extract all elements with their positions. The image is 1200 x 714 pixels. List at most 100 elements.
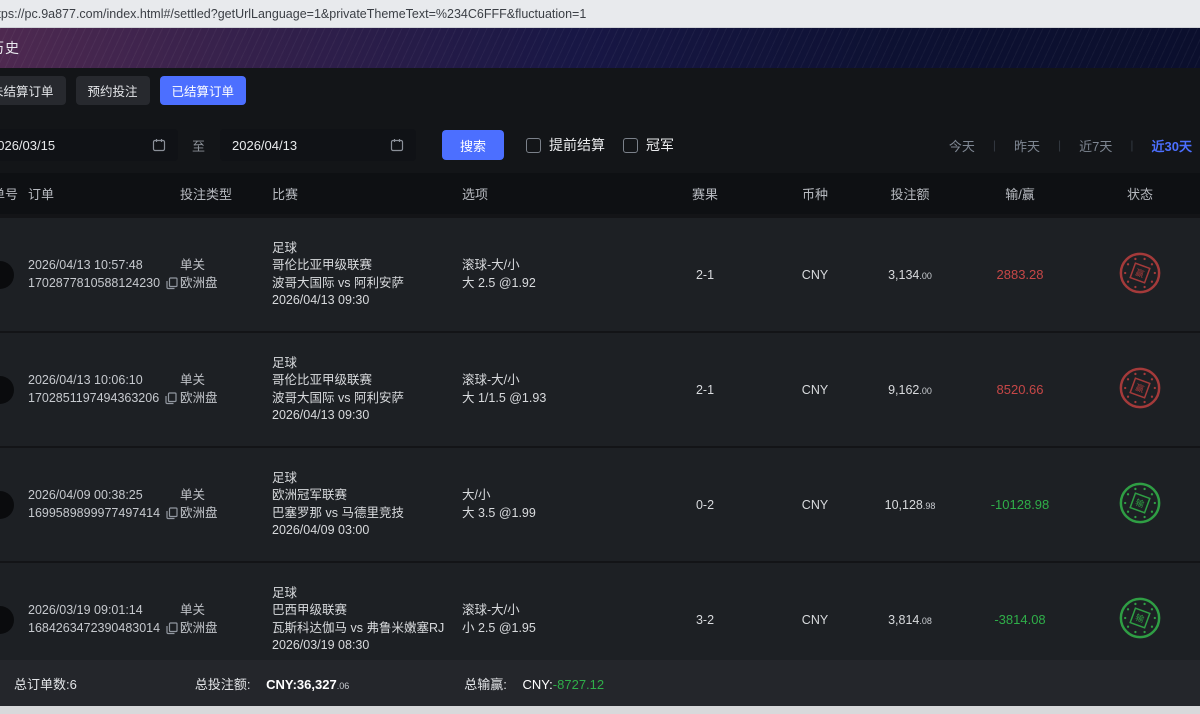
match-result: 2-1 xyxy=(640,268,770,282)
col-result: 赛果 xyxy=(640,184,770,203)
total-winloss-value: -8727.12 xyxy=(553,677,604,692)
total-orders-value: 6 xyxy=(70,677,77,692)
league: 欧洲冠军联赛 xyxy=(272,487,458,505)
search-button[interactable]: 搜索 xyxy=(442,130,504,160)
odds-format: 欧洲盘 xyxy=(180,620,268,638)
teams: 瓦斯科达伽马 vs 弗鲁米嫩塞RJ xyxy=(272,620,458,638)
league: 哥伦比亚甲级联赛 xyxy=(272,257,458,275)
status-cell: 输 xyxy=(1080,481,1200,528)
match-result: 2-1 xyxy=(640,383,770,397)
stake-amount: 3,814.08 xyxy=(860,613,960,627)
odds-format: 欧洲盘 xyxy=(180,505,268,523)
stake-amount: 9,162.00 xyxy=(860,383,960,397)
teams: 波哥大国际 vs 阿利安萨 xyxy=(272,275,458,293)
order-id: 1702851197494363206 xyxy=(28,390,159,408)
sport: 足球 xyxy=(272,355,458,373)
bet-type: 单关 xyxy=(180,257,268,275)
status-cell: 赢 xyxy=(1080,366,1200,413)
tab-unsettled-orders[interactable]: 未结算订单 xyxy=(0,76,66,105)
market: 滚球-大/小 xyxy=(462,372,640,390)
page: https://pc.9a877.com/index.html#/settled… xyxy=(0,0,1200,714)
pick-and-odds: 大 3.5 @1.99 xyxy=(462,505,640,523)
row-expand-circle[interactable] xyxy=(0,606,14,634)
champion-checkbox[interactable] xyxy=(623,138,638,153)
odds-format: 欧洲盘 xyxy=(180,275,268,293)
teams: 波哥大国际 vs 阿利安萨 xyxy=(272,390,458,408)
market: 滚球-大/小 xyxy=(462,602,640,620)
stake-amount: 3,134.00 xyxy=(860,268,960,282)
order-id: 1684263472390483014 xyxy=(28,620,160,638)
pick-and-odds: 大 2.5 @1.92 xyxy=(462,275,640,293)
date-to-input[interactable]: 2026/04/13 xyxy=(220,129,416,161)
row-expand-circle[interactable] xyxy=(0,261,14,289)
row-expand-circle[interactable] xyxy=(0,491,14,519)
order-row[interactable]: 2026/04/13 10:57:48 1702877810588124230 … xyxy=(0,218,1200,333)
table-body: 2026/04/13 10:57:48 1702877810588124230 … xyxy=(0,218,1200,678)
win-loss-amount: 8520.66 xyxy=(960,382,1080,397)
early-settle-label: 提前结算 xyxy=(549,135,605,155)
total-winloss-label: 总输赢: xyxy=(464,677,507,692)
market: 滚球-大/小 xyxy=(462,257,640,275)
settled-stamp-icon: 赢 xyxy=(1118,251,1162,295)
tab-settled-orders[interactable]: 已结算订单 xyxy=(160,76,247,105)
match-time: 2026/03/19 08:30 xyxy=(272,637,458,655)
total-stake-currency: CNY: xyxy=(266,677,297,692)
match-time: 2026/04/13 09:30 xyxy=(272,407,458,425)
col-match: 比赛 xyxy=(268,184,458,203)
bottom-strip xyxy=(0,706,1200,714)
sport: 足球 xyxy=(272,585,458,603)
col-stake: 投注额 xyxy=(860,184,960,203)
order-time: 2026/04/13 10:06:10 xyxy=(28,372,176,390)
currency: CNY xyxy=(770,613,860,627)
champion-label: 冠军 xyxy=(646,135,674,155)
browser-address-bar[interactable]: https://pc.9a877.com/index.html#/settled… xyxy=(0,0,1200,28)
currency: CNY xyxy=(770,268,860,282)
col-selection: 选项 xyxy=(458,184,640,203)
settled-stamp-icon: 赢 xyxy=(1118,366,1162,410)
win-loss-amount: -10128.98 xyxy=(960,497,1080,512)
pick-and-odds: 小 2.5 @1.95 xyxy=(462,620,640,638)
quick-date-ranges: 今天 | 昨天 | 近7天 | 近30天 xyxy=(931,136,1200,155)
settled-stamp-icon: 输 xyxy=(1118,481,1162,525)
pick-and-odds: 大 1/1.5 @1.93 xyxy=(462,390,640,408)
col-order: 订单 xyxy=(24,184,176,203)
match-time: 2026/04/13 09:30 xyxy=(272,292,458,310)
totals-footer: 总订单数:6 总投注额: CNY:36,327.06 总输赢: CNY:-872… xyxy=(0,660,1200,706)
col-serial: 单号 xyxy=(0,184,24,203)
range-today[interactable]: 今天 xyxy=(931,136,993,155)
range-7days[interactable]: 近7天 xyxy=(1061,136,1130,155)
bet-type: 单关 xyxy=(180,487,268,505)
champion-filter: 冠军 xyxy=(623,135,674,155)
main-content: 未结算订单 预约投注 已结算订单 2026/03/15 至 2026/04/13 xyxy=(0,68,1200,714)
col-status: 状态 xyxy=(1080,184,1200,203)
page-url[interactable]: https://pc.9a877.com/index.html#/settled… xyxy=(0,7,586,21)
sport: 足球 xyxy=(272,470,458,488)
orders-table: 单号 订单 投注类型 比赛 选项 赛果 币种 投注额 输/赢 状态 2026/0… xyxy=(0,173,1200,678)
league: 哥伦比亚甲级联赛 xyxy=(272,372,458,390)
order-row[interactable]: 2026/04/09 00:38:25 1699589899977497414 … xyxy=(0,448,1200,563)
win-loss-amount: -3814.08 xyxy=(960,612,1080,627)
order-row[interactable]: 2026/04/13 10:06:10 1702851197494363206 … xyxy=(0,333,1200,448)
svg-text:输: 输 xyxy=(1134,496,1146,509)
col-bet-type: 投注类型 xyxy=(176,184,268,203)
total-stake-value: 36,327 xyxy=(297,677,337,692)
early-settle-checkbox[interactable] xyxy=(526,138,541,153)
range-yesterday[interactable]: 昨天 xyxy=(996,136,1058,155)
tab-reserved-bets[interactable]: 预约投注 xyxy=(76,76,150,105)
svg-text:输: 输 xyxy=(1134,611,1146,624)
status-cell: 赢 xyxy=(1080,251,1200,298)
date-range-to-label: 至 xyxy=(192,136,205,155)
row-expand-circle[interactable] xyxy=(0,376,14,404)
date-from-input[interactable]: 2026/03/15 xyxy=(0,129,178,161)
range-30days[interactable]: 近30天 xyxy=(1134,136,1196,155)
page-title: 历史 xyxy=(0,38,20,58)
calendar-icon[interactable] xyxy=(390,138,404,152)
currency: CNY xyxy=(770,383,860,397)
col-win-loss: 输/赢 xyxy=(960,184,1080,203)
svg-text:赢: 赢 xyxy=(1134,381,1146,394)
stake-amount: 10,128.98 xyxy=(860,498,960,512)
total-winloss-currency: CNY: xyxy=(522,677,552,692)
order-tabs: 未结算订单 预约投注 已结算订单 xyxy=(0,68,1200,105)
calendar-icon[interactable] xyxy=(152,138,166,152)
date-to-value: 2026/04/13 xyxy=(232,138,297,153)
